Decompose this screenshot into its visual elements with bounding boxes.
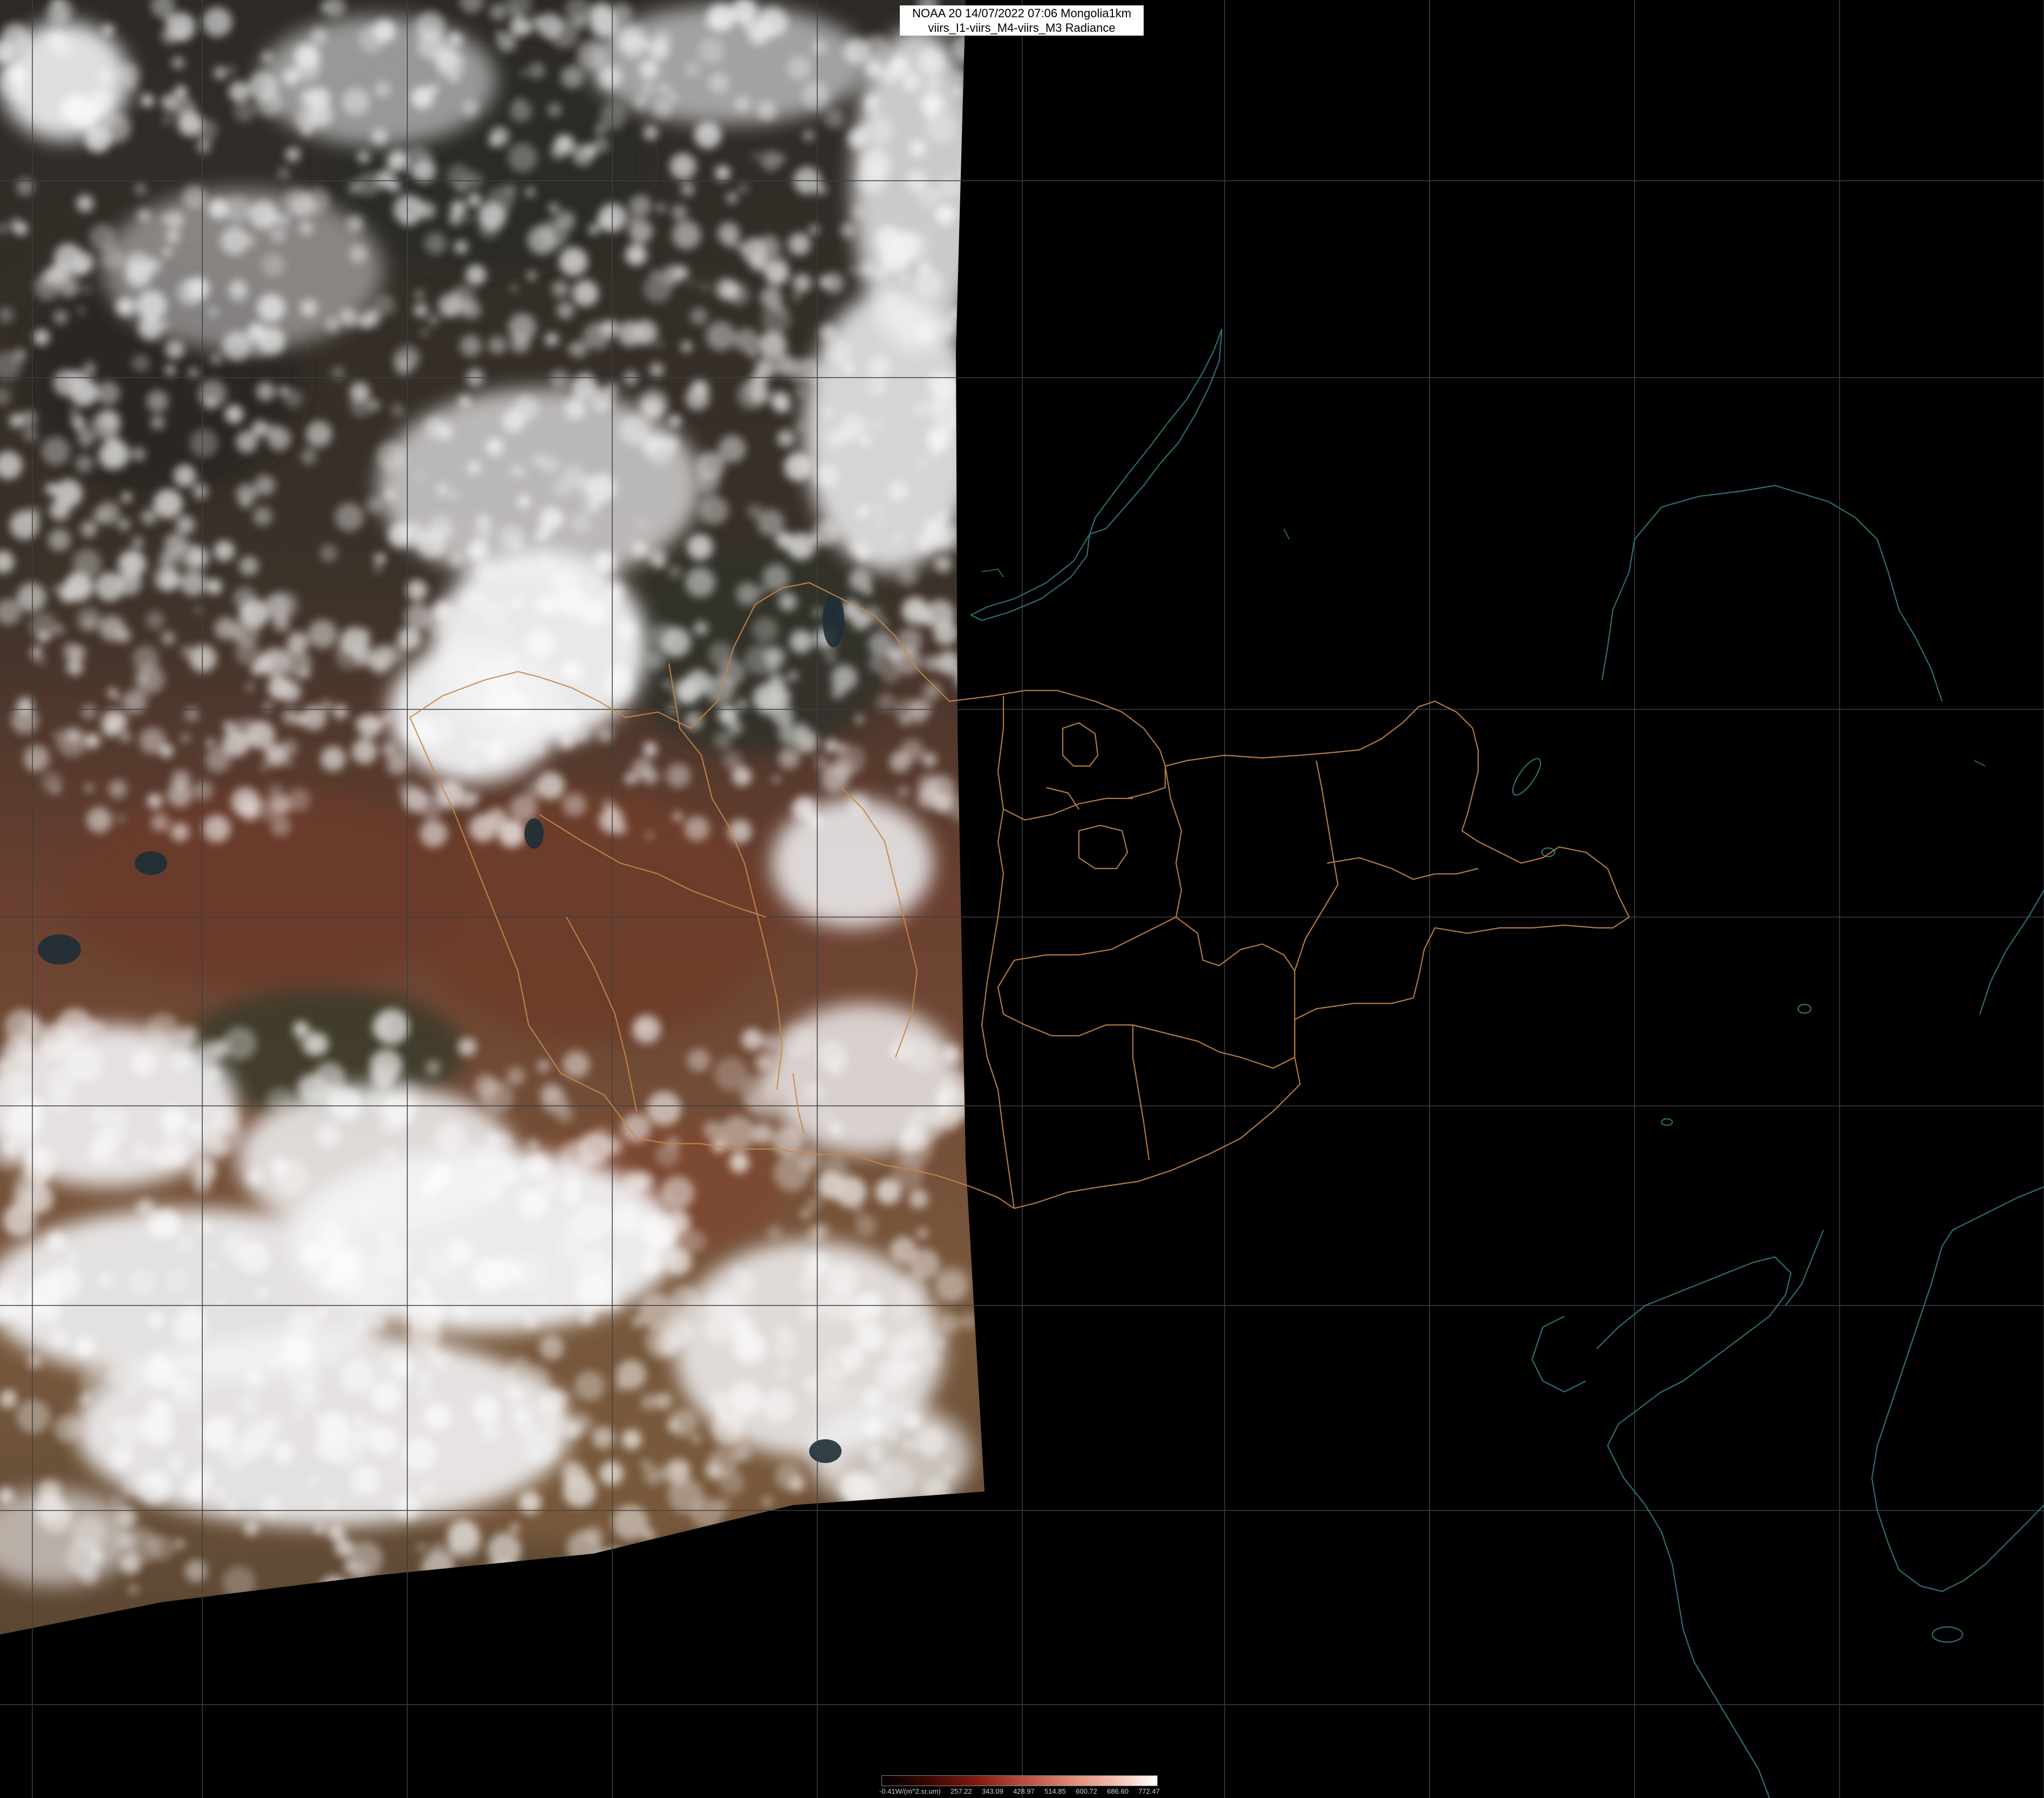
- legend-tick-label: 343.09: [982, 1787, 1003, 1795]
- satellite-map: [0, 0, 2044, 1798]
- legend-tick-label: 514.85: [1044, 1787, 1066, 1795]
- legend-tick-label: 428.97: [1013, 1787, 1035, 1795]
- legend-tick-label: 772.47: [1138, 1787, 1160, 1795]
- legend-tick-label: 257.22: [951, 1787, 972, 1795]
- radiance-legend: -0.41W/(m^2.sr.um) 257.22 343.09 428.97 514.…: [879, 1775, 1160, 1798]
- image-title: NOAA 20 14/07/2022 07:06 Mongolia1km vii…: [900, 5, 1144, 36]
- legend-labels: -0.41W/(m^2.sr.um) 257.22 343.09 428.97 514.…: [879, 1787, 1160, 1796]
- legend-tick-label: 600.72: [1076, 1787, 1097, 1795]
- legend-tick-label: 686.60: [1107, 1787, 1129, 1795]
- satellite-swath: [0, 0, 985, 1635]
- color-scale-bar: [881, 1775, 1158, 1786]
- legend-tick-label: -0.41W/(m^2.sr.um): [879, 1787, 941, 1795]
- title-line-1: NOAA 20 14/07/2022 07:06 Mongolia1km: [912, 6, 1132, 20]
- title-line-2: viirs_I1-viirs_M4-viirs_M3 Radiance: [928, 21, 1116, 35]
